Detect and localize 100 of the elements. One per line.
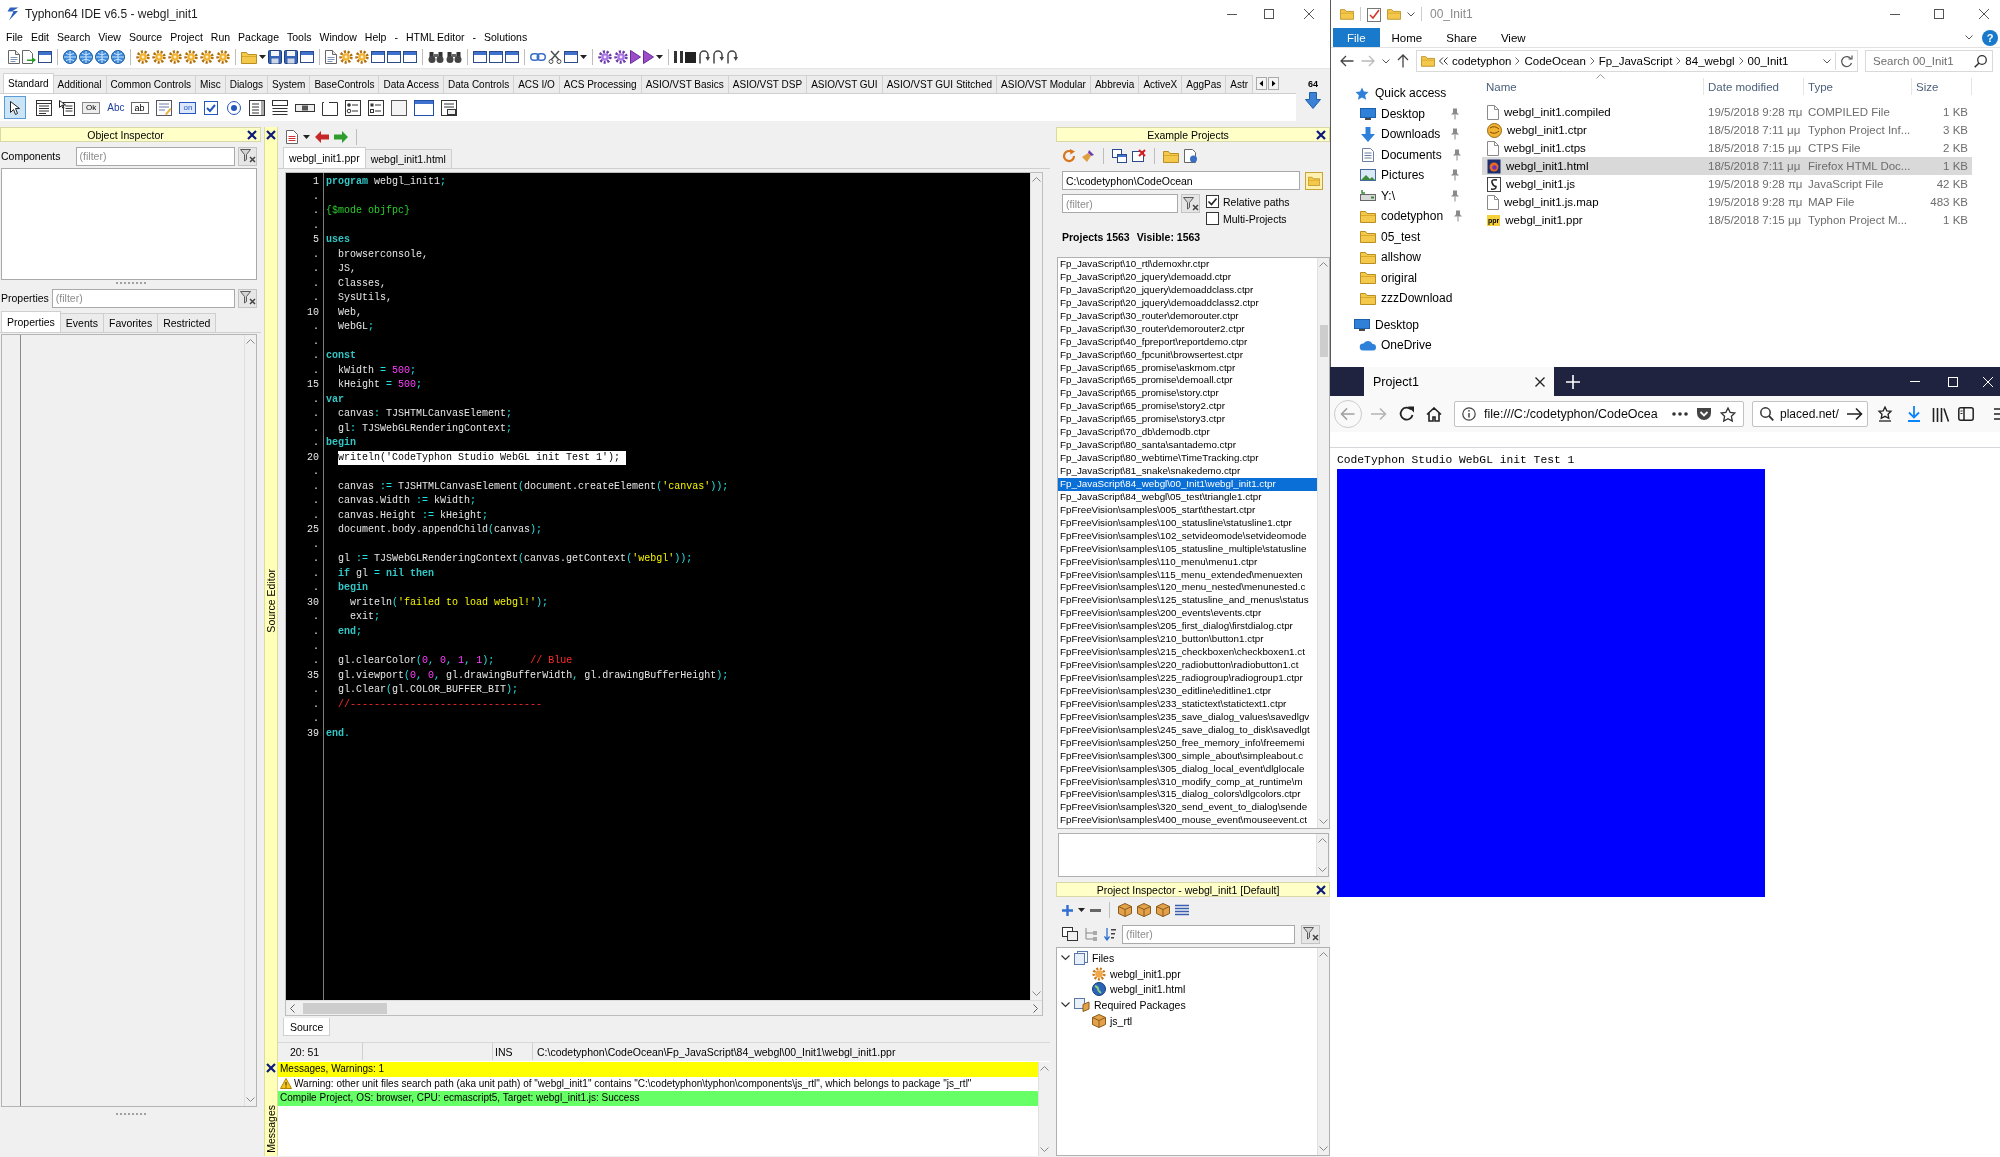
project-item[interactable]: Fp_JavaScript\40_fpreport\reportdemo.ctpr bbox=[1058, 335, 1317, 349]
project-item[interactable]: Fp_JavaScript\65_promise\story3.ctpr bbox=[1058, 413, 1317, 427]
filter-field[interactable]: (filter) bbox=[1062, 194, 1178, 213]
search-field[interactable]: placed.net/ bbox=[1752, 401, 1868, 427]
path-field[interactable]: C:\codetyphon\CodeOcean bbox=[1062, 171, 1300, 190]
column-header[interactable]: Type bbox=[1804, 78, 1912, 95]
search-icon[interactable] bbox=[1974, 55, 1987, 68]
maximize-icon[interactable] bbox=[1264, 9, 1274, 19]
windows-icon[interactable] bbox=[1062, 927, 1078, 941]
filter-field[interactable]: (filter) bbox=[75, 146, 235, 166]
project-item[interactable]: Fp_JavaScript\84_webgl\00_Init1\webgl_init1.ctpr bbox=[1058, 477, 1317, 491]
close-icon[interactable] bbox=[247, 129, 257, 140]
project-item[interactable]: Fp_JavaScript\70_db\demodb.ctpr bbox=[1058, 426, 1317, 440]
list-lines-icon[interactable] bbox=[1175, 904, 1189, 916]
tree-item[interactable]: Required Packages bbox=[1094, 998, 1186, 1011]
checkbox-label[interactable]: Multi-Projects bbox=[1223, 212, 1287, 225]
vertical-scrollbar[interactable] bbox=[1030, 173, 1042, 1000]
nav-item[interactable]: Desktop bbox=[1381, 106, 1426, 121]
curved-arrow-icon[interactable] bbox=[726, 50, 738, 64]
binoculars-icon[interactable] bbox=[428, 51, 444, 63]
caret-icon[interactable] bbox=[1823, 58, 1831, 64]
project-item[interactable]: FpFreeVision\samples\100_statusline\statusline1.ctpr bbox=[1058, 516, 1317, 530]
scroll-up-icon[interactable] bbox=[1319, 262, 1328, 267]
file-row[interactable]: webgl_init1.ctps 18/5/2018 7:15 μμ CTPS File 2 KB bbox=[1482, 139, 1972, 157]
project-item[interactable]: FpFreeVision\samples\102_setvideomode\setvideomode bbox=[1058, 529, 1317, 543]
folder-icon[interactable] bbox=[1163, 149, 1179, 163]
more-dots-icon[interactable] bbox=[1672, 412, 1688, 416]
globe-icon[interactable] bbox=[111, 50, 125, 64]
play-icon[interactable] bbox=[643, 50, 654, 64]
gear-icon[interactable] bbox=[184, 50, 198, 64]
url-field[interactable]: file:///C:/codetyphon/CodeOcea bbox=[1454, 401, 1744, 427]
project-item[interactable]: Fp_JavaScript\80_webtime\TimeTracking.ctpr bbox=[1058, 452, 1317, 465]
chevron-icon[interactable] bbox=[1061, 1001, 1070, 1008]
window-icon[interactable] bbox=[38, 51, 52, 63]
menu-item[interactable]: HTML Editor bbox=[401, 31, 469, 43]
scroll-left-icon[interactable] bbox=[1256, 77, 1268, 90]
breadcrumb-item[interactable]: Fp_JavaScript bbox=[1598, 55, 1673, 67]
label-tool[interactable]: Abc bbox=[104, 96, 128, 119]
palette-tab[interactable]: ASIO/VST DSP bbox=[727, 75, 808, 93]
project-item[interactable]: FpFreeVision\samples\120_menu_nested\menunested.c bbox=[1058, 581, 1317, 595]
package-icon[interactable] bbox=[1118, 903, 1132, 917]
document-info-icon[interactable] bbox=[1184, 149, 1198, 163]
menu-item[interactable]: Tools bbox=[283, 31, 316, 43]
project-item[interactable]: FpFreeVision\samples\305_dialog_local_event\dlglocale bbox=[1058, 762, 1317, 776]
project-item[interactable]: FpFreeVision\samples\400_mouse_event\mouseevent.ct bbox=[1058, 814, 1317, 828]
project-item[interactable]: FpFreeVision\samples\225_radiogroup\radiogroup1.ctpr bbox=[1058, 672, 1317, 685]
nav-item[interactable]: 05_test bbox=[1381, 229, 1421, 244]
scroll-down-icon[interactable] bbox=[1032, 991, 1041, 996]
palette-tab[interactable]: Standard bbox=[3, 73, 54, 93]
download-icon[interactable] bbox=[1907, 406, 1921, 422]
inspector-tab[interactable]: Restricted bbox=[157, 313, 217, 332]
project-item[interactable]: Fp_JavaScript\65_promise\askmom.ctpr bbox=[1058, 361, 1317, 375]
palette-tab[interactable]: ASIO/VST Modular bbox=[996, 75, 1091, 93]
ribbon-tab[interactable]: View bbox=[1488, 28, 1538, 47]
document-icon[interactable] bbox=[325, 50, 337, 64]
palette-tab[interactable]: Abbrevia bbox=[1089, 75, 1140, 93]
palette-tab[interactable]: ASIO/VST GUI Stitched bbox=[881, 75, 998, 93]
nav-item[interactable]: codetyphon bbox=[1381, 209, 1444, 224]
remove-icon[interactable] bbox=[1090, 908, 1101, 912]
breadcrumb-item[interactable]: CodeOcean bbox=[1524, 55, 1586, 67]
binoculars-icon[interactable] bbox=[446, 51, 462, 63]
tree-item[interactable]: js_rtl bbox=[1110, 1014, 1133, 1027]
nav-item[interactable]: origiral bbox=[1381, 270, 1417, 285]
vertical-scrollbar[interactable] bbox=[1317, 948, 1329, 1155]
filter-field[interactable]: (filter) bbox=[1122, 924, 1295, 944]
help-button[interactable]: ? bbox=[1982, 29, 1998, 46]
palette-tab[interactable]: ASIO/VST GUI bbox=[806, 75, 883, 93]
nav-item[interactable]: OneDrive bbox=[1381, 338, 1432, 353]
project-item[interactable]: Fp_JavaScript\84_webgl\05_test\triangle1.ctpr bbox=[1058, 490, 1317, 504]
brush-icon[interactable] bbox=[1081, 149, 1095, 163]
scrollbar-thumb[interactable] bbox=[1319, 325, 1328, 357]
caret-icon[interactable] bbox=[656, 55, 663, 59]
project-item[interactable]: FpFreeVision\samples\250_free_memory_info\freememi bbox=[1058, 736, 1317, 750]
column-header[interactable]: Name bbox=[1482, 78, 1704, 95]
document-icon[interactable] bbox=[8, 50, 20, 64]
checkbox[interactable] bbox=[1206, 195, 1219, 208]
menu-item[interactable]: Project bbox=[166, 31, 207, 43]
menu-item[interactable]: View bbox=[94, 31, 125, 43]
menu-item[interactable]: Window bbox=[315, 31, 361, 43]
project-item[interactable]: FpFreeVision\samples\300_simple_about\simpleabout.c bbox=[1058, 749, 1317, 763]
palette-tab[interactable]: Data Controls bbox=[443, 75, 515, 93]
ribbon-tab[interactable]: Share bbox=[1434, 28, 1489, 47]
palette-tab[interactable]: ActiveX bbox=[1138, 75, 1183, 93]
project-item[interactable]: FpFreeVision\samples\220_radiobutton\radiobutton1.ct bbox=[1058, 659, 1317, 672]
inspector-tab[interactable]: Events bbox=[59, 313, 104, 332]
file-menu-button[interactable]: File bbox=[1333, 28, 1380, 47]
scroll-down-icon[interactable] bbox=[1319, 1146, 1328, 1151]
project-item[interactable]: FpFreeVision\samples\205_first_dialog\firstdialog.ctpr bbox=[1058, 620, 1317, 634]
maximize-icon[interactable] bbox=[1934, 9, 1944, 19]
menu-item[interactable]: - bbox=[468, 31, 480, 43]
expand-ribbon-icon[interactable] bbox=[1965, 35, 1973, 40]
resize-grip[interactable] bbox=[115, 282, 146, 287]
file-row[interactable]: webgl_init1.js.map 19/5/2018 9:28 πμ MAP File 483 KB bbox=[1482, 193, 1972, 211]
refresh-icon[interactable] bbox=[1840, 54, 1853, 68]
caret-icon[interactable] bbox=[259, 55, 266, 59]
up-arrow-icon[interactable] bbox=[1397, 54, 1409, 68]
palette-tab[interactable]: System bbox=[267, 75, 311, 93]
palette-tab[interactable]: Additional bbox=[52, 75, 107, 93]
column-header[interactable]: Size bbox=[1912, 78, 1972, 95]
back-arrow-icon[interactable] bbox=[1340, 55, 1354, 67]
